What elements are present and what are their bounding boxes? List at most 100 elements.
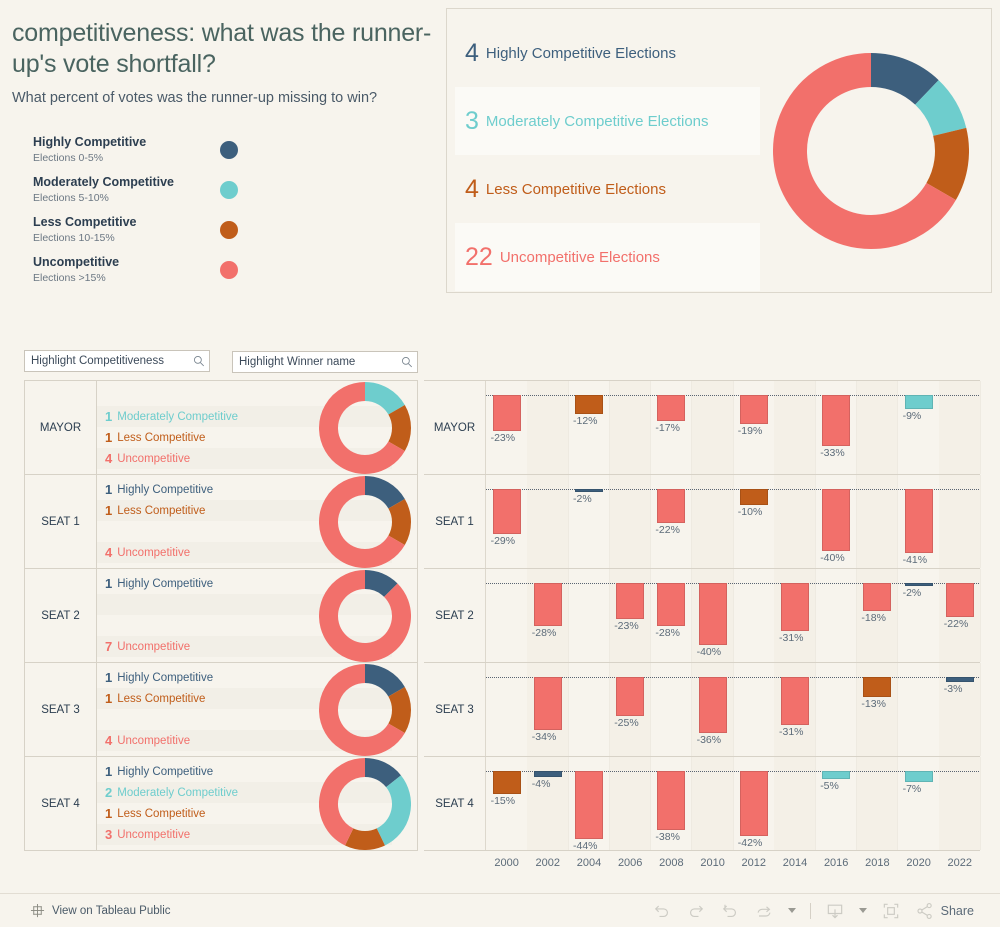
bar[interactable] (657, 771, 686, 830)
summary-donut-chart (773, 53, 969, 249)
bar[interactable] (533, 583, 562, 627)
bar[interactable] (533, 771, 562, 778)
bar-value-label: -17% (655, 422, 680, 435)
legend-item-less[interactable]: Less Competitive Elections 10-15% (33, 215, 293, 255)
table-row[interactable]: SEAT 3 1 Highly Competitive 1 Less Competiti… (25, 663, 417, 757)
bar[interactable] (698, 677, 727, 733)
seat-category-list: 1 Highly Competitive 7 Uncompetitive (97, 569, 417, 662)
bar[interactable] (492, 489, 521, 534)
axis-tick-label: 2002 (535, 857, 561, 869)
table-row[interactable]: SEAT 2 1 Highly Competitive 7 Uncompetitive (25, 569, 417, 663)
legend: Highly Competitive Elections 0-5% Moderate… (33, 135, 293, 295)
highlight-winner-filter[interactable] (232, 351, 418, 373)
bar[interactable] (533, 677, 562, 730)
bar[interactable] (781, 677, 809, 726)
seat-donut-chart (319, 757, 411, 850)
bar[interactable] (904, 583, 933, 587)
bar-value-label: -13% (861, 698, 886, 711)
bar-value-label: -7% (902, 782, 922, 795)
page-title: competitiveness: what was the runner-up'… (12, 19, 432, 78)
share-button[interactable]: Share (915, 901, 974, 921)
bar[interactable] (575, 395, 603, 414)
legend-item-uncompetitive[interactable]: Uncompetitive Elections >15% (33, 255, 293, 295)
bar[interactable] (657, 395, 686, 422)
summary-row-uncompetitive[interactable]: 22 Uncompetitive Elections (455, 223, 760, 291)
seat-donut-chart (319, 663, 411, 756)
bar[interactable] (822, 395, 851, 447)
bar[interactable] (904, 489, 933, 553)
summary-label: Less Competitive Elections (485, 180, 666, 198)
highlight-competitiveness-input[interactable] (31, 355, 193, 367)
bar-plot-area: -34% -25% -36% -31% -13% -3% (486, 663, 981, 756)
undo-icon[interactable] (652, 901, 672, 921)
bar[interactable] (698, 583, 727, 645)
tableau-logo-icon (30, 903, 45, 918)
bar[interactable] (739, 489, 768, 505)
summary-count: 4 (465, 174, 479, 203)
legend-item-range: Elections 5-10% (33, 191, 109, 204)
category-count: 1 (105, 670, 113, 685)
bar-value-label: -41% (902, 553, 928, 566)
view-on-tableau-public-button[interactable]: View on Tableau Public (30, 903, 171, 918)
bar[interactable] (904, 771, 933, 782)
table-row[interactable]: SEAT 4 1 Highly Competitive 2 Moderately Com… (25, 757, 417, 850)
axis-tick-label: 2020 (906, 857, 931, 869)
bar[interactable] (616, 677, 645, 716)
category-count: 7 (105, 639, 113, 654)
bar[interactable] (822, 771, 851, 779)
summary-row-highly[interactable]: 4 Highly Competitive Elections (455, 19, 760, 87)
fullscreen-icon[interactable] (881, 901, 901, 921)
category-label: Less Competitive (117, 807, 206, 820)
seat-label: SEAT 2 (25, 569, 97, 662)
seat-donut-chart (319, 475, 411, 568)
bar[interactable] (781, 583, 809, 632)
bar[interactable] (945, 583, 974, 618)
bar-value-label: -22% (655, 524, 680, 537)
legend-color-dot (220, 141, 238, 159)
highlight-winner-input[interactable] (239, 356, 401, 368)
seat-label: MAYOR (424, 381, 486, 474)
bar[interactable] (575, 771, 603, 840)
bar[interactable] (904, 395, 933, 409)
bar-value-label: -9% (902, 409, 922, 422)
table-row[interactable]: SEAT 1 1 Highly Competitive 1 Less Competiti… (25, 475, 417, 569)
bar[interactable] (492, 771, 521, 795)
download-icon[interactable] (825, 901, 845, 921)
refresh-icon[interactable] (754, 901, 774, 921)
legend-item-range: Elections >15% (33, 271, 106, 284)
highlight-competitiveness-filter[interactable] (24, 350, 210, 372)
axis-tick-label: 2010 (700, 857, 725, 869)
search-icon (194, 356, 205, 367)
bar[interactable] (616, 583, 645, 619)
bar[interactable] (575, 489, 603, 493)
refresh-dropdown-caret[interactable] (787, 908, 796, 913)
summary-label: Moderately Competitive Elections (485, 112, 709, 130)
bar[interactable] (739, 395, 768, 425)
bar[interactable] (657, 583, 686, 627)
legend-item-moderately[interactable]: Moderately Competitive Elections 5-10% (33, 175, 293, 215)
share-label: Share (940, 903, 974, 918)
category-label: Uncompetitive (117, 546, 191, 559)
bar[interactable] (945, 677, 974, 682)
revert-icon[interactable] (720, 901, 740, 921)
summary-row-moderately[interactable]: 3 Moderately Competitive Elections (455, 87, 760, 155)
bar-value-label: -36% (696, 733, 722, 746)
bar[interactable] (822, 489, 851, 551)
seat-category-list: 1 Moderately Competitive 1 Less Competitive… (97, 381, 417, 474)
legend-item-highly[interactable]: Highly Competitive Elections 0-5% (33, 135, 293, 175)
bar[interactable] (863, 583, 892, 611)
download-dropdown-caret[interactable] (858, 908, 867, 913)
bar[interactable] (492, 395, 521, 431)
bar[interactable] (657, 489, 686, 524)
axis-tick-label: 2014 (782, 857, 808, 869)
seat-label: SEAT 2 (424, 569, 486, 662)
summary-row-less[interactable]: 4 Less Competitive Elections (455, 155, 760, 223)
legend-color-dot (220, 181, 238, 199)
bar[interactable] (739, 771, 768, 837)
bar-value-label: -10% (737, 505, 763, 518)
redo-icon[interactable] (686, 901, 706, 921)
table-row[interactable]: MAYOR 1 Moderately Competitive 1 Less Compet… (25, 381, 417, 475)
bar[interactable] (863, 677, 892, 698)
bar-value-label: -25% (614, 716, 639, 729)
toolbar-divider (809, 902, 811, 919)
